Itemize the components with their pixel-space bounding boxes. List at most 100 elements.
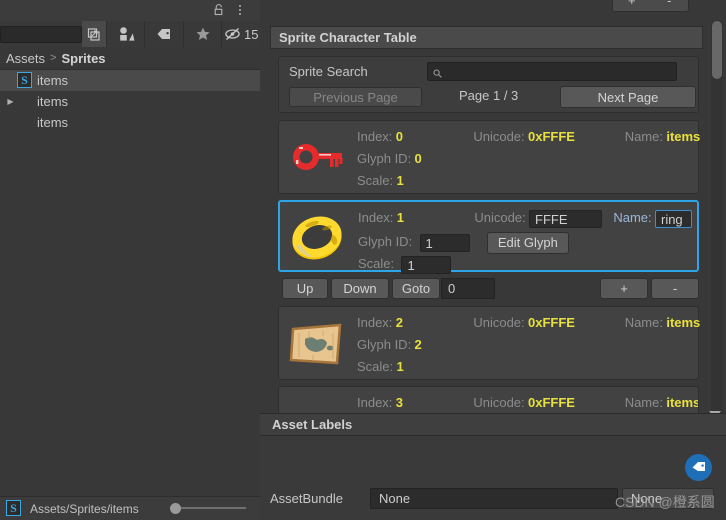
unicode-field: Unicode: 0xFFFE xyxy=(473,129,621,144)
hidden-objects-count: 15 xyxy=(243,26,259,42)
row-line-2: Glyph ID: 1 Edit Glyph xyxy=(358,232,693,256)
project-toolbar: 15 xyxy=(0,21,260,48)
texture-thumbnail-icon xyxy=(17,93,34,110)
unicode-label: Unicode: xyxy=(473,395,525,410)
favorites-star-icon[interactable] xyxy=(182,21,222,47)
tree-item-file[interactable]: ▶ items xyxy=(0,112,260,133)
asset-labels-header[interactable]: Asset Labels xyxy=(260,413,726,436)
project-panel: 15 Assets > Sprites ▶ S items ▶ items ▶ … xyxy=(0,0,260,520)
filter-by-type-icon[interactable] xyxy=(105,21,145,47)
unicode-value: 0xFFFE xyxy=(528,315,575,330)
next-page-button[interactable]: Next Page xyxy=(560,86,696,108)
breadcrumb-current[interactable]: Sprites xyxy=(61,51,105,66)
row-line-1: Index: 0 Unicode: 0xFFFE Name: items xyxy=(357,129,700,151)
glyph-id-input[interactable]: 1 xyxy=(419,234,470,252)
thumbnail-zoom-slider[interactable] xyxy=(170,503,246,514)
scale-label: Scale: xyxy=(358,256,395,272)
project-status-bar: S Assets/Sprites/items xyxy=(0,496,260,520)
filter-by-label-icon[interactable] xyxy=(144,21,183,47)
index-value: 0 xyxy=(395,129,403,144)
breadcrumb-separator: > xyxy=(50,52,57,64)
tree-item-sprite-asset[interactable]: ▶ S items xyxy=(0,70,260,91)
assetbundle-variant-dropdown[interactable]: None xyxy=(622,488,714,509)
glyph-id-label: Glyph ID: xyxy=(358,234,413,250)
sprite-search-label: Sprite Search xyxy=(289,64,368,79)
unicode-label: Unicode: xyxy=(473,129,525,144)
move-down-button[interactable]: Down xyxy=(331,278,389,299)
name-label: Name: xyxy=(624,129,663,144)
sprite-search-group: Sprite Search Previous Page Page 1 / 3 N… xyxy=(278,56,699,113)
breadcrumb-root[interactable]: Assets xyxy=(6,51,45,66)
lock-icon[interactable] xyxy=(212,3,226,17)
hidden-objects-eye-icon[interactable]: 15 xyxy=(221,21,260,47)
project-search-input[interactable] xyxy=(0,25,82,43)
scale-value: 1 xyxy=(396,173,404,188)
scale-input[interactable]: 1 xyxy=(401,256,452,274)
index-value: 3 xyxy=(395,395,403,410)
expand-triangle-icon[interactable]: ▶ xyxy=(4,97,17,106)
unicode-value: 0xFFFE xyxy=(528,129,575,144)
kebab-menu-icon[interactable] xyxy=(233,3,247,17)
tree-item-label: items xyxy=(37,73,69,88)
assetbundle-name-dropdown[interactable]: None xyxy=(370,488,618,509)
index-label: Index: xyxy=(358,210,394,226)
index-value: 2 xyxy=(395,315,403,330)
scale-value: 1 xyxy=(396,359,404,374)
glyph-id-label: Glyph ID: xyxy=(357,337,412,352)
label-tag-icon[interactable] xyxy=(685,454,712,481)
goto-button[interactable]: Goto xyxy=(392,278,440,299)
tree-item-label: items xyxy=(37,115,69,130)
add-entry-button-top[interactable]: + xyxy=(613,0,651,11)
goto-index-input[interactable]: 0 xyxy=(441,278,495,299)
row-fields: Index: 0 Unicode: 0xFFFE Name: items Gly… xyxy=(357,129,700,195)
row-line-3: Scale: 1 xyxy=(357,173,694,195)
sprite-thumbnail-red-key xyxy=(285,127,347,189)
unicode-label: Unicode: xyxy=(474,210,526,226)
sprite-asset-icon: S xyxy=(17,72,34,89)
scale-label: Scale: xyxy=(357,359,394,374)
unicode-field: Unicode: 0xFFFE xyxy=(473,395,621,410)
asset-tree: ▶ S items ▶ items ▶ items xyxy=(0,70,260,133)
tree-item-label: items xyxy=(37,94,69,109)
two-column-layout-icon[interactable] xyxy=(81,21,106,47)
remove-entry-button[interactable]: - xyxy=(651,278,699,299)
expand-triangle-icon: ▶ xyxy=(4,118,17,127)
zoom-slider-knob[interactable] xyxy=(170,503,181,514)
table-row[interactable]: Index: 2 Unicode: 0xFFFE Name: items Gly… xyxy=(278,306,701,381)
unicode-field: Unicode: 0xFFFE xyxy=(473,315,621,330)
sprite-character-rows: Index: 0 Unicode: 0xFFFE Name: items Gly… xyxy=(278,120,701,432)
table-row-selected[interactable]: Index: 1 Unicode: FFFE Name: ring Glyph … xyxy=(278,200,699,274)
name-label: Name: xyxy=(624,315,663,330)
unicode-input[interactable]: FFFE xyxy=(529,210,602,228)
tree-item-texture[interactable]: ▶ items xyxy=(0,91,260,112)
previous-page-button[interactable]: Previous Page xyxy=(289,87,422,107)
remove-entry-button-top[interactable]: - xyxy=(651,0,689,11)
row-line-2: Glyph ID: 0 xyxy=(357,151,694,173)
inspector-vertical-scrollbar[interactable] xyxy=(711,20,723,415)
add-entry-button[interactable]: + xyxy=(600,278,648,299)
index-field: Index: 3 xyxy=(357,395,470,410)
name-field: Name: items xyxy=(624,129,701,144)
name-input[interactable]: ring xyxy=(654,210,692,228)
row-action-toolbar: Up Down Goto 0 + - xyxy=(278,278,699,300)
page-indicator: Page 1 / 3 xyxy=(459,88,519,103)
inspector-panel: + - Sprite Character Table Sprite Search… xyxy=(260,0,726,520)
row-line-3: Scale: 1 xyxy=(357,359,694,381)
row-fields: Index: 1 Unicode: FFFE Name: ring Glyph … xyxy=(358,210,693,278)
status-asset-path: Assets/Sprites/items xyxy=(30,501,139,516)
breadcrumb: Assets > Sprites xyxy=(0,47,260,70)
edit-glyph-button[interactable]: Edit Glyph xyxy=(486,232,569,254)
row-line-1: Index: 1 Unicode: FFFE Name: ring xyxy=(358,210,693,232)
index-label: Index: xyxy=(357,315,393,330)
name-value: items xyxy=(666,129,701,144)
index-field: Index: 2 xyxy=(357,315,470,330)
scrollbar-thumb[interactable] xyxy=(712,21,722,79)
move-up-button[interactable]: Up xyxy=(282,278,328,299)
project-panel-titlebar xyxy=(0,0,260,21)
sprite-character-table-header[interactable]: Sprite Character Table xyxy=(270,26,703,49)
name-value: items xyxy=(666,315,701,330)
sprite-thumbnail-treasure-map xyxy=(285,313,347,375)
table-row[interactable]: Index: 0 Unicode: 0xFFFE Name: items Gly… xyxy=(278,120,700,195)
sprite-search-input[interactable] xyxy=(427,62,677,81)
name-field: Name: items xyxy=(624,315,701,330)
